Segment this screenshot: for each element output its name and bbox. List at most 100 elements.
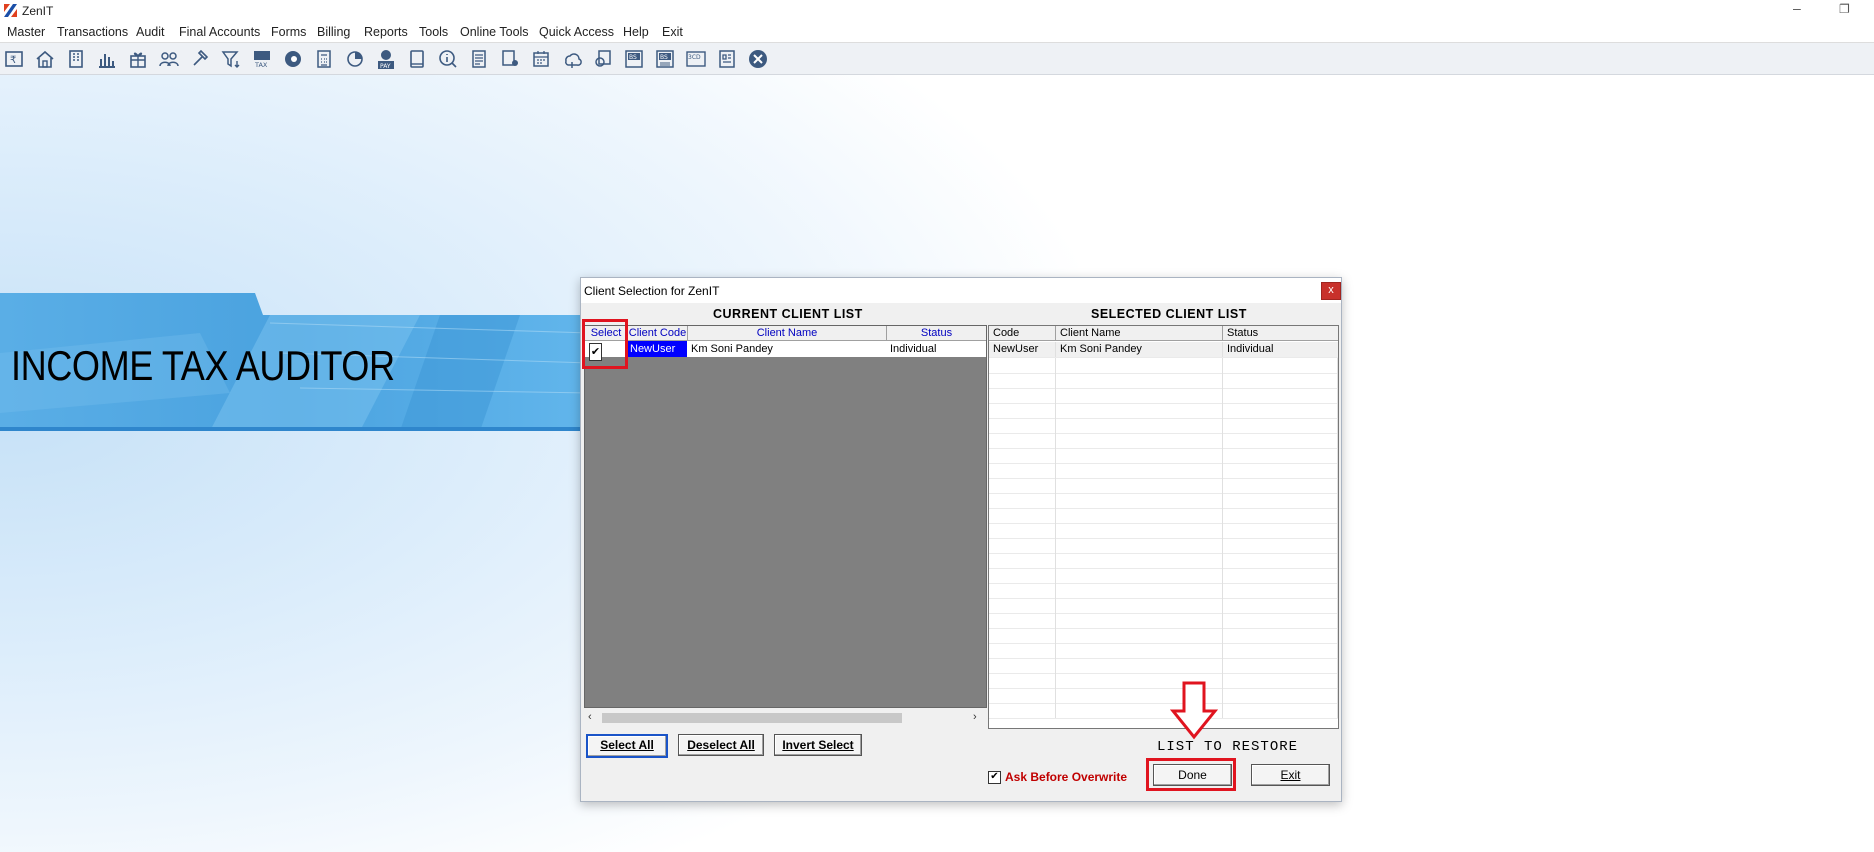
empty-grid-cell [1056, 583, 1223, 598]
empty-grid-cell [1056, 388, 1223, 403]
e-pay-icon[interactable]: PAY [375, 48, 397, 70]
svg-text:BS: BS [660, 54, 668, 61]
refresh-doc-icon[interactable] [592, 48, 614, 70]
scroll-left-icon[interactable]: ‹ [588, 711, 592, 723]
exit-button[interactable]: Exit [1251, 764, 1330, 786]
cell-status[interactable]: Individual [890, 341, 986, 357]
empty-grid-cell [989, 358, 1056, 373]
horizontal-scrollbar[interactable]: ‹ › [584, 709, 985, 726]
empty-grid-cell [989, 583, 1056, 598]
menu-reports[interactable]: Reports [364, 25, 408, 39]
empty-grid-cell [1056, 463, 1223, 478]
empty-grid-cell [1223, 403, 1338, 418]
home-icon[interactable] [34, 48, 56, 70]
filter-icon[interactable] [220, 48, 242, 70]
invert-select-button[interactable]: Invert Select [774, 734, 862, 756]
empty-grid-cell [1223, 523, 1338, 538]
menu-exit[interactable]: Exit [662, 25, 683, 39]
empty-grid-row [989, 448, 1338, 464]
sheet-icon[interactable] [468, 48, 490, 70]
empty-grid-row [989, 478, 1338, 494]
menu-audit[interactable]: Audit [136, 25, 165, 39]
empty-grid-cell [1056, 448, 1223, 463]
table-row[interactable]: NewUser Km Soni Pandey Individual [989, 342, 1338, 358]
dialog-title-bar: Client Selection for ZenIT x [581, 278, 1341, 303]
report-icon[interactable] [716, 48, 738, 70]
bs-alt-icon[interactable]: BS [654, 48, 676, 70]
empty-grid-cell [1223, 493, 1338, 508]
tax-icon[interactable]: TAX [251, 48, 273, 70]
empty-grid-cell [989, 403, 1056, 418]
menu-online-tools[interactable]: Online Tools [460, 25, 529, 39]
empty-grid-cell [1056, 598, 1223, 613]
col-client-name[interactable]: Client Name [688, 326, 887, 341]
cell-client-name[interactable]: Km Soni Pandey [691, 341, 886, 357]
deselect-all-button[interactable]: Deselect All [678, 734, 764, 756]
svg-text:3CD: 3CD [688, 54, 701, 61]
bs-icon[interactable]: BS [623, 48, 645, 70]
cell-client-code[interactable]: NewUser [628, 341, 687, 357]
3cd-icon[interactable]: 3CD [685, 48, 707, 70]
shield-cloud-icon[interactable] [561, 48, 583, 70]
current-client-grid[interactable]: Select Client Code Client Name Status ✔ … [584, 325, 987, 708]
building-icon[interactable] [65, 48, 87, 70]
empty-grid-cell [1056, 538, 1223, 553]
document-user-icon[interactable] [499, 48, 521, 70]
empty-grid-cell [989, 673, 1056, 688]
calendar-icon[interactable] [530, 48, 552, 70]
empty-grid-cell [989, 493, 1056, 508]
menu-final-accounts[interactable]: Final Accounts [179, 25, 260, 39]
empty-grid-cell [1056, 553, 1223, 568]
info-icon[interactable] [437, 48, 459, 70]
selected-client-grid[interactable]: Code Client Name Status NewUser Km Soni … [988, 325, 1339, 729]
empty-grid-cell [989, 553, 1056, 568]
bar-chart-icon[interactable] [96, 48, 118, 70]
col-status[interactable]: Status [1223, 326, 1338, 341]
select-all-button[interactable]: Select All [586, 734, 668, 758]
cell-status: Individual [1227, 343, 1274, 355]
col-client-code[interactable]: Client Code [628, 326, 688, 341]
empty-grid-cell [989, 508, 1056, 523]
table-row[interactable]: ✔ NewUser Km Soni Pandey Individual [585, 341, 986, 361]
empty-grid-row [989, 658, 1338, 674]
book-icon[interactable] [406, 48, 428, 70]
menu-billing[interactable]: Billing [317, 25, 350, 39]
hammer-icon[interactable] [189, 48, 211, 70]
empty-grid-cell [1223, 643, 1338, 658]
menu-help[interactable]: Help [623, 25, 649, 39]
menu-tools[interactable]: Tools [419, 25, 448, 39]
cell-code: NewUser [989, 342, 1056, 357]
empty-grid-cell [1223, 373, 1338, 388]
menu-transactions[interactable]: Transactions [57, 25, 128, 39]
users-icon[interactable] [158, 48, 180, 70]
empty-grid-row [989, 688, 1338, 704]
menu-quick-access[interactable]: Quick Access [539, 25, 614, 39]
empty-grid-row [989, 523, 1338, 539]
empty-grid-cell [1056, 508, 1223, 523]
col-client-name[interactable]: Client Name [1056, 326, 1223, 341]
minimize-button[interactable]: – [1793, 0, 1801, 16]
col-code[interactable]: Code [989, 326, 1056, 341]
scroll-right-icon[interactable]: › [973, 711, 977, 723]
menu-forms[interactable]: Forms [271, 25, 306, 39]
empty-grid-cell [989, 523, 1056, 538]
pie-chart-icon[interactable] [344, 48, 366, 70]
empty-grid-row [989, 613, 1338, 629]
scroll-thumb[interactable] [602, 713, 902, 723]
rupee-ledger-icon[interactable]: ₹ [3, 48, 25, 70]
col-status[interactable]: Status [887, 326, 986, 341]
empty-grid-row [989, 643, 1338, 659]
eye-icon[interactable] [282, 48, 304, 70]
empty-grid-row [989, 433, 1338, 449]
col-select[interactable]: Select [585, 326, 628, 341]
done-button[interactable]: Done [1153, 764, 1232, 786]
dialog-close-button[interactable]: x [1321, 282, 1341, 300]
row-select-checkbox[interactable]: ✔ [589, 343, 602, 361]
restore-button[interactable]: ❐ [1839, 2, 1850, 16]
empty-grid-cell [1223, 448, 1338, 463]
ask-before-overwrite-checkbox[interactable]: ✔ [988, 771, 1001, 784]
gift-icon[interactable] [127, 48, 149, 70]
calculator-icon[interactable] [313, 48, 335, 70]
menu-master[interactable]: Master [7, 25, 45, 39]
close-circle-icon[interactable] [747, 48, 769, 70]
